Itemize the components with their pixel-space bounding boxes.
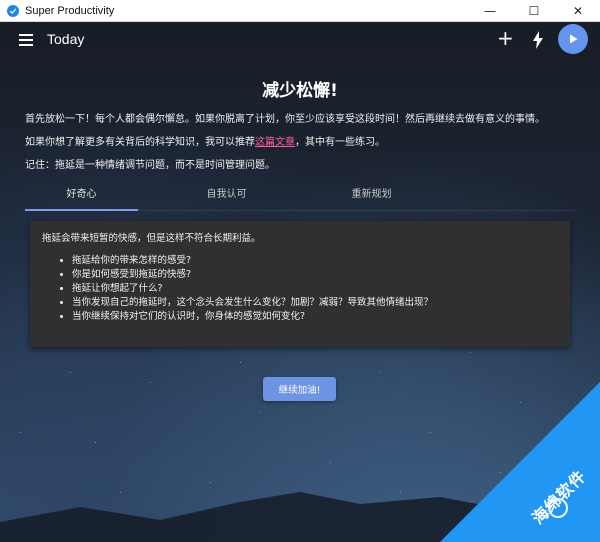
tab-curiosity[interactable]: 好奇心 [25, 181, 138, 211]
bolt-icon[interactable] [531, 31, 545, 49]
science-text-before: 如果你想了解更多有关背后的科学知识，我可以推荐 [25, 137, 255, 148]
top-toolbar: Today + [0, 22, 600, 58]
tab-replan[interactable]: 重新规划 [315, 181, 428, 211]
article-link[interactable]: 这篇文章 [255, 137, 295, 148]
minimize-button[interactable]: — [468, 0, 512, 22]
window-controls: — ☐ ✕ [468, 0, 600, 22]
card-intro: 拖延会带来短暂的快感，但是这样不符合长期利益。 [42, 233, 261, 244]
close-button[interactable]: ✕ [556, 0, 600, 22]
section-heading: 减少松懈! [262, 81, 338, 101]
science-text-after: ，其中有一些练习。 [295, 137, 385, 148]
menu-icon[interactable] [19, 34, 33, 46]
science-paragraph: 如果你想了解更多有关背后的科学知识，我可以推荐这篇文章，其中有一些练习。 [25, 133, 385, 148]
question-list: 拖延给你的带来怎样的感受? 你是如何感受到拖延的快感? 拖延让你想起了什么? 当… [42, 254, 558, 324]
list-item: 拖延让你想起了什么? [72, 282, 558, 296]
mountain-silhouette [0, 492, 600, 542]
play-icon [570, 34, 578, 44]
app-main: Today + 减少松懈! 首先放松一下！每个人都会偶尔懈怠。如果你脱离了计划，… [0, 22, 600, 542]
tab-content-card: 拖延会带来短暂的快感，但是这样不符合长期利益。 拖延给你的带来怎样的感受? 你是… [30, 221, 570, 347]
reminder-paragraph: 记住：拖延是一种情绪调节问题，而不是时间管理问题。 [25, 160, 275, 171]
list-item: 当你发现自己的拖延时，这个念头会发生什么变化？加剧？减弱？导致其他情绪出现？ [72, 296, 558, 310]
list-item: 当你继续保持对它们的认识时，你身体的感觉如何变化? [72, 310, 558, 324]
add-task-icon[interactable]: + [497, 28, 514, 48]
page-title: Today [47, 31, 85, 47]
tab-self-acceptance[interactable]: 自我认可 [170, 181, 283, 211]
app-check-icon [7, 4, 19, 17]
window-title: Super Productivity [25, 4, 115, 17]
intro-paragraph: 首先放松一下！每个人都会偶尔懈怠。如果你脱离了计划，你至少应该享受这段时间！然后… [25, 114, 545, 125]
tab-bar: 好奇心 自我认可 重新规划 [25, 181, 575, 211]
maximize-button[interactable]: ☐ [512, 0, 556, 22]
tab-divider [25, 210, 575, 211]
continue-button[interactable]: 继续加油! [263, 377, 336, 401]
list-item: 拖延给你的带来怎样的感受? [72, 254, 558, 268]
play-button[interactable] [558, 24, 588, 54]
window-titlebar: Super Productivity — ☐ ✕ [0, 0, 600, 22]
list-item: 你是如何感受到拖延的快感? [72, 268, 558, 282]
